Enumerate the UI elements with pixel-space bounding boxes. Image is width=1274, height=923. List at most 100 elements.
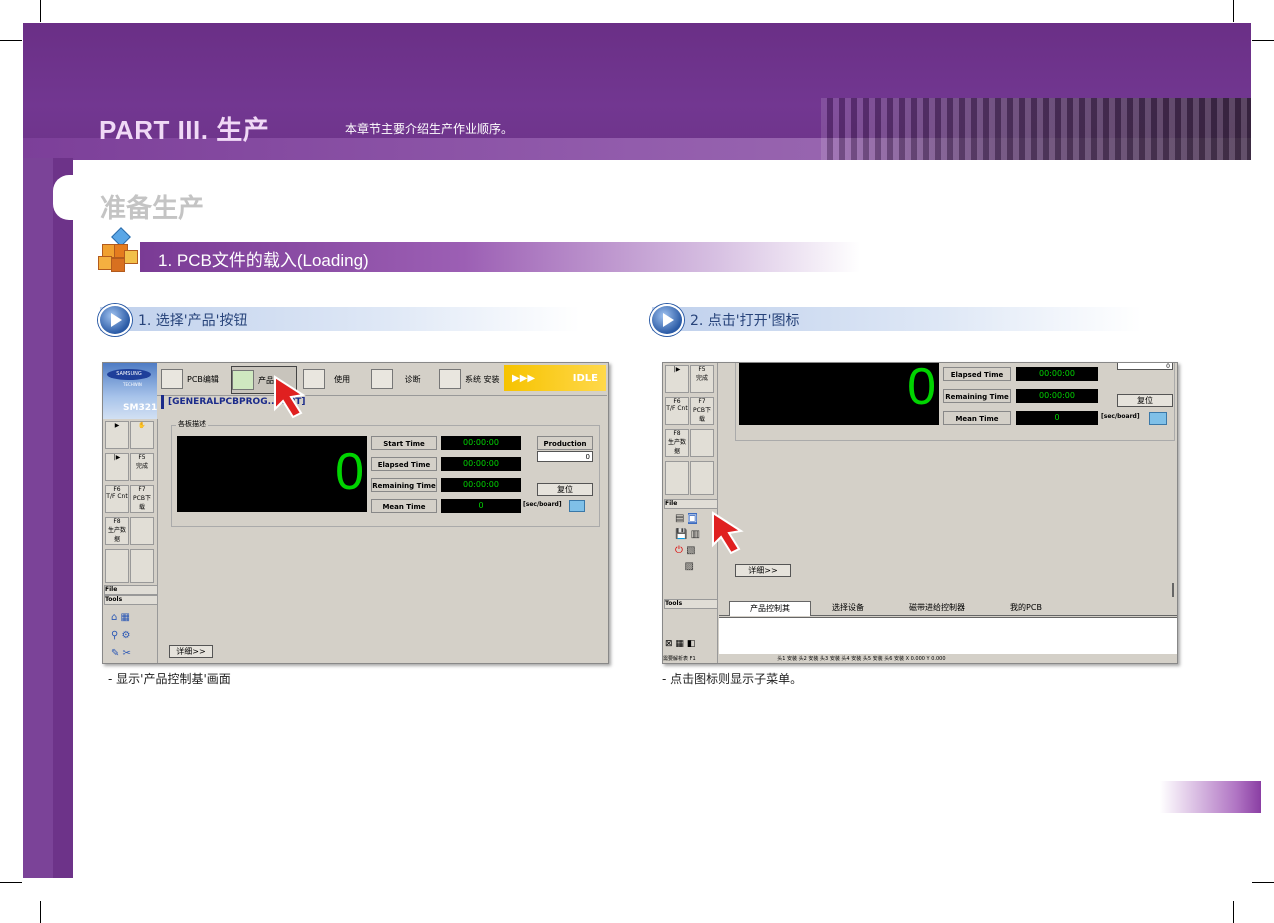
file-menu[interactable]: File (104, 585, 158, 595)
mean-time-value: 0 (441, 499, 521, 513)
tf-count-button[interactable]: F6 T/F Cnt (105, 485, 129, 513)
head-label: 头4 (841, 656, 850, 662)
empty-fkey[interactable] (105, 549, 129, 583)
product-icon (232, 370, 254, 390)
production-plan-input[interactable]: 0 (537, 451, 593, 462)
empty-fkey[interactable] (665, 461, 689, 495)
step-button[interactable]: |▶ (105, 453, 129, 481)
part-subtitle: 本章节主要介绍生产作业顺序。 (345, 122, 514, 136)
fkey-label: F6 (673, 398, 681, 405)
play-icon (98, 304, 132, 336)
crop-mark (0, 40, 22, 41)
left-margin-bar-inner (23, 158, 53, 878)
production-data-button[interactable]: F8 生产数据 (665, 429, 689, 457)
part-title: PART III. 生产 (99, 115, 270, 145)
tab-product-control[interactable]: 产品控制其 (729, 601, 811, 616)
fkey-text: T/F Cnt (666, 405, 688, 412)
production-plan-input[interactable]: 0 (1117, 363, 1173, 370)
crop-mark (1233, 0, 1234, 22)
model-label: SM321 (123, 403, 158, 413)
open-icon[interactable]: ▣ (687, 513, 698, 524)
status-indicator: ▶▶▶ IDLE (504, 365, 606, 391)
empty-fkey[interactable] (130, 549, 154, 583)
tab-feeder-control[interactable]: 磁带进给控制器 (887, 601, 987, 615)
tab-my-pcb[interactable]: 我的PCB (991, 601, 1061, 615)
refresh-icon[interactable] (1149, 412, 1167, 425)
unit-label: [sec/board] (1101, 413, 1140, 420)
head-state: 安装 (808, 656, 819, 662)
crop-mark (40, 0, 41, 22)
pcb-download-button[interactable]: F7 PCB下载 (130, 485, 154, 513)
head-label: 头2 (798, 656, 807, 662)
tools-menu[interactable]: Tools (104, 595, 158, 605)
remaining-time-value: 00:00:00 (1016, 389, 1098, 403)
fkey-label: F8 (673, 430, 681, 437)
tf-count-button[interactable]: F6 T/F Cnt (665, 397, 689, 425)
caption-1: - 显示'产品控制基'画面 (108, 672, 231, 686)
toolbar-label: 系统 安装 (465, 374, 500, 384)
tools-menu[interactable]: Tools (664, 599, 718, 609)
head-label: 头6 (884, 656, 893, 662)
mean-time-label: Mean Time (943, 411, 1011, 425)
substep-2-heading: 2. 点击'打开'图标 (650, 304, 1142, 336)
toolbar-use[interactable]: 使用 (303, 366, 350, 392)
detail-button[interactable]: 详细>> (169, 645, 213, 658)
tab-select-device[interactable]: 选择设备 (813, 601, 883, 615)
file-menu-label: File (665, 500, 678, 507)
system-icon (439, 369, 461, 389)
production-data-button[interactable]: F8 生产数据 (105, 517, 129, 545)
x-label: X (905, 656, 910, 662)
fkey-label: F7 (138, 486, 146, 493)
scrollbar[interactable] (1172, 583, 1174, 597)
play-button[interactable]: ▶ (105, 421, 129, 449)
substep-2-title: 2. 点击'打开'图标 (690, 313, 800, 329)
status-bar: 需要解析表 F1 头1 安装 头2 安装 头3 安装 头4 安装 头5 安装 头… (663, 655, 1177, 663)
start-time-value: 00:00:00 (441, 436, 521, 450)
empty-fkey[interactable] (690, 461, 714, 495)
group-label: 各板描述 (176, 419, 208, 429)
crop-mark (1252, 40, 1274, 41)
reset-button[interactable]: 复位 (537, 483, 593, 496)
y-label: Y (926, 656, 930, 662)
empty-fkey[interactable] (130, 517, 154, 545)
file-menu[interactable]: File (664, 499, 718, 509)
toolbar-label: 诊断 (404, 374, 421, 384)
complete-button[interactable]: F5 完成 (690, 365, 714, 393)
head-label: 头3 (820, 656, 829, 662)
file-menu-label: File (105, 586, 118, 593)
counter-value: 0 (335, 443, 364, 501)
pcb-edit-icon (161, 369, 183, 389)
y-value: 0.000 (931, 656, 946, 662)
fkey-text: 完成 (695, 375, 708, 382)
elapsed-time-label: Elapsed Time (943, 367, 1011, 381)
head-state: 安装 (872, 656, 883, 662)
step-button[interactable]: |▶ (665, 365, 689, 393)
empty-fkey[interactable] (690, 429, 714, 457)
crop-mark (40, 901, 41, 923)
toolbar-system-setup[interactable]: 系统 安装 (439, 366, 500, 392)
toolbar-diagnose[interactable]: 诊断 (371, 366, 421, 392)
page-tab (1160, 781, 1261, 813)
play-icon (650, 304, 684, 336)
remaining-time-value: 00:00:00 (441, 478, 521, 492)
mean-time-label: Mean Time (371, 499, 437, 513)
bottom-icons[interactable]: ⊠ ▦ ◧ (665, 639, 695, 649)
refresh-icon[interactable] (569, 500, 585, 512)
hand-button[interactable]: ✋ (130, 421, 154, 449)
pointer-arrow-icon (712, 511, 744, 555)
section-tab (53, 175, 1251, 220)
fkey-label: F5 (138, 454, 146, 461)
fkey-label: F6 (113, 486, 121, 493)
toolbar-label: PCB编辑 (187, 374, 219, 384)
detail-button[interactable]: 详细>> (735, 564, 791, 577)
complete-button[interactable]: F5 完成 (130, 453, 154, 481)
diagnose-icon (371, 369, 393, 389)
reset-button[interactable]: 复位 (1117, 394, 1173, 407)
head-state: 安装 (787, 656, 798, 662)
fkey-label: F7 (698, 398, 706, 405)
tools-icons[interactable]: ⌂ ▦ ⚲ ⚙ ✎ ✂ (111, 609, 131, 663)
pcb-download-button[interactable]: F7 PCB下载 (690, 397, 714, 425)
toolbar-pcb-edit[interactable]: PCB编辑 (161, 366, 219, 392)
tab-bar: 产品控制其 选择设备 磁带进给控制器 我的PCB (719, 599, 1177, 616)
step-heading-text: 1. PCB文件的载入(Loading) (158, 251, 369, 270)
